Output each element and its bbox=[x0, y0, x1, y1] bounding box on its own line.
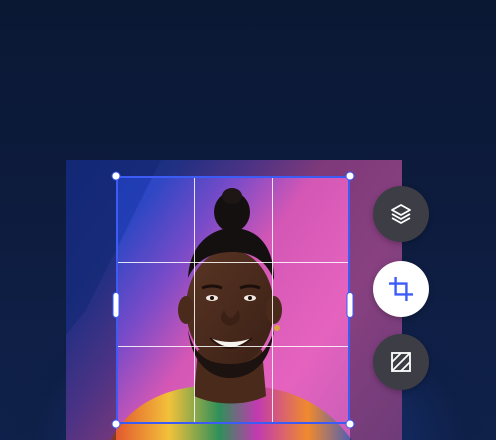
crop-handle-left[interactable] bbox=[112, 292, 120, 318]
crop-handle-top-right[interactable] bbox=[345, 171, 355, 181]
crop-grid-line bbox=[118, 262, 348, 263]
crop-mask-top bbox=[116, 160, 350, 176]
crop-grid-line bbox=[272, 178, 273, 422]
adjust-pattern-icon bbox=[389, 350, 413, 374]
adjust-button[interactable] bbox=[373, 334, 429, 390]
layers-button[interactable] bbox=[373, 186, 429, 242]
crop-grid-line bbox=[194, 178, 195, 422]
crop-grid-line bbox=[118, 346, 348, 347]
crop-handle-bottom-left[interactable] bbox=[111, 419, 121, 429]
crop-mask-left bbox=[66, 160, 116, 440]
crop-handle-bottom-right[interactable] bbox=[345, 419, 355, 429]
crop-button[interactable] bbox=[373, 261, 429, 317]
crop-handle-right[interactable] bbox=[346, 292, 354, 318]
crop-box[interactable] bbox=[116, 176, 350, 424]
layers-icon bbox=[389, 202, 413, 226]
crop-icon bbox=[388, 276, 414, 302]
crop-handle-top-left[interactable] bbox=[111, 171, 121, 181]
canvas-stage bbox=[0, 0, 496, 440]
